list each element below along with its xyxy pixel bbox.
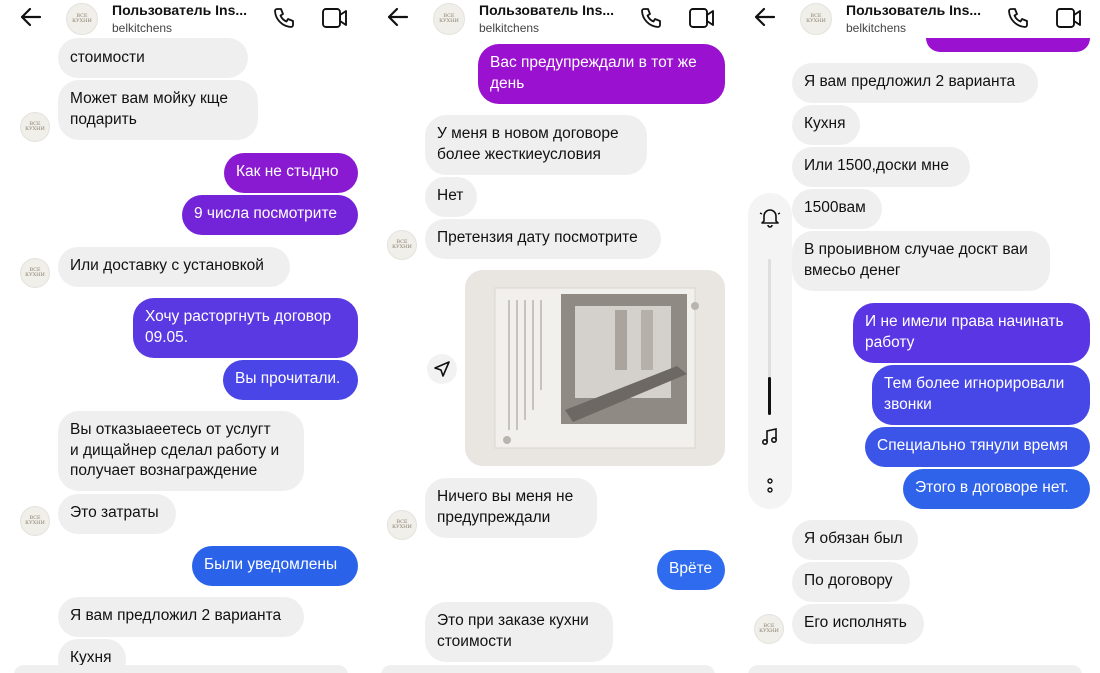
contact-username: belkitchens: [846, 21, 907, 35]
message-incoming[interactable]: Его исполнять: [792, 604, 924, 644]
message-incoming[interactable]: стоимости: [58, 38, 248, 78]
video-call-icon[interactable]: [689, 7, 715, 34]
share-icon[interactable]: [427, 354, 457, 384]
message-outgoing[interactable]: Вы прочитали.: [223, 360, 358, 400]
message-outgoing[interactable]: Врёте: [657, 550, 725, 590]
shared-post-image[interactable]: [465, 270, 725, 466]
logo: ВСЕ КУХНИ: [72, 13, 92, 24]
avatar: ВСЕ КУХНИ: [754, 614, 784, 644]
avatar[interactable]: ВСЕ КУХНИ: [66, 3, 98, 35]
logo: ВСЕ КУХНИ: [806, 13, 826, 24]
message-incoming[interactable]: У меня в новом договоре более жесткиеусл…: [425, 115, 647, 175]
message-outgoing[interactable]: Этого в договоре нет.: [903, 469, 1090, 509]
message-incoming[interactable]: Или 1500,доски мне: [792, 147, 970, 187]
music-icon[interactable]: [760, 427, 780, 452]
chat-panel-1: ВСЕ КУХНИ Пользователь Ins... belkitchens…: [0, 0, 362, 673]
avatar: ВСЕ КУХНИ: [387, 510, 417, 540]
logo: ВСЕ КУХНИ: [25, 267, 45, 278]
back-arrow-icon[interactable]: [752, 4, 778, 35]
message-incoming[interactable]: Нет: [425, 177, 477, 217]
message-incoming[interactable]: Может вам мойку кще подарить: [58, 80, 258, 140]
logo: ВСЕ КУХНИ: [439, 13, 459, 24]
message-outgoing[interactable]: Как не стыдно: [224, 153, 358, 193]
chat-panel-3: ВСЕ КУХНИ Пользователь Ins... belkitchens…: [734, 0, 1096, 673]
more-icon[interactable]: [765, 477, 775, 500]
volume-slider[interactable]: [768, 259, 771, 415]
message-incoming[interactable]: Кухня: [792, 105, 860, 145]
message-outgoing[interactable]: Специально тянули время: [865, 427, 1090, 467]
avatar: ВСЕ КУХНИ: [387, 230, 417, 260]
logo: ВСЕ КУХНИ: [392, 519, 412, 530]
chat-panel-2: ВСЕ КУХНИ Пользователь Ins... belkitchens…: [367, 0, 729, 673]
kitchen-photo-icon: [465, 270, 725, 466]
logo: ВСЕ КУХНИ: [392, 239, 412, 250]
contact-name[interactable]: Пользователь Ins...: [479, 2, 614, 18]
back-arrow-icon[interactable]: [385, 4, 411, 35]
bell-icon[interactable]: [758, 205, 782, 234]
composer-bar[interactable]: [14, 665, 348, 673]
message-outgoing[interactable]: 9 числа посмотрите: [182, 195, 358, 235]
message-incoming[interactable]: Я обязан был: [792, 520, 918, 560]
logo: ВСЕ КУХНИ: [25, 121, 45, 132]
message-incoming[interactable]: Ничего вы меня не предупреждали: [425, 478, 597, 538]
message-outgoing[interactable]: Вас предупреждали в тот же день: [478, 44, 725, 104]
logo: ВСЕ КУХНИ: [759, 623, 779, 634]
message-incoming[interactable]: Или доставку с установкой: [58, 247, 290, 287]
chat-header: ВСЕ КУХНИ Пользователь Ins... belkitchens: [0, 0, 362, 38]
avatar[interactable]: ВСЕ КУХНИ: [433, 3, 465, 35]
message-incoming[interactable]: Я вам предложил 2 варианта: [792, 63, 1038, 103]
volume-slider-fill: [768, 377, 771, 415]
message-outgoing[interactable]: И не имели права начинать работу: [853, 303, 1090, 363]
message-incoming[interactable]: В проыивном случае доскт ваи вмесьо дене…: [792, 231, 1050, 291]
logo: ВСЕ КУХНИ: [25, 515, 45, 526]
message-incoming[interactable]: Вы отказыаеетесь от услугт и дищайнер сд…: [58, 411, 304, 491]
side-toolbar: [748, 193, 792, 509]
message-outgoing[interactable]: Тем более игнорировали звонки: [872, 365, 1090, 425]
message-incoming[interactable]: По договору: [792, 562, 910, 602]
phone-icon[interactable]: [272, 6, 296, 35]
chat-header: ВСЕ КУХНИ Пользователь Ins... belkitchens: [367, 0, 729, 38]
message-incoming[interactable]: Это при заказе кухни стоимости: [425, 602, 613, 662]
phone-icon[interactable]: [639, 6, 663, 35]
message-outgoing[interactable]: Были уведомлены: [192, 546, 358, 586]
video-call-icon[interactable]: [322, 7, 348, 34]
contact-username: belkitchens: [112, 21, 173, 35]
avatar[interactable]: ВСЕ КУХНИ: [800, 3, 832, 35]
contact-name[interactable]: Пользователь Ins...: [846, 2, 981, 18]
composer-bar[interactable]: [748, 665, 1082, 673]
avatar: ВСЕ КУХНИ: [20, 506, 50, 536]
message-incoming[interactable]: Я вам предложил 2 варианта: [58, 597, 304, 637]
message-incoming[interactable]: 1500вам: [792, 189, 882, 229]
contact-name[interactable]: Пользователь Ins...: [112, 2, 247, 18]
composer-bar[interactable]: [381, 665, 715, 673]
chat-header: ВСЕ КУХНИ Пользователь Ins... belkitchens: [734, 0, 1096, 38]
message-outgoing-partial: [926, 36, 1090, 52]
message-outgoing[interactable]: Хочу расторгнуть договор 09.05.: [133, 298, 358, 358]
video-call-icon[interactable]: [1056, 7, 1082, 34]
avatar: ВСЕ КУХНИ: [20, 112, 50, 142]
avatar: ВСЕ КУХНИ: [20, 258, 50, 288]
back-arrow-icon[interactable]: [18, 4, 44, 35]
phone-icon[interactable]: [1006, 6, 1030, 35]
contact-username: belkitchens: [479, 21, 540, 35]
message-incoming[interactable]: Это затраты: [58, 494, 176, 534]
message-incoming[interactable]: Претензия дату посмотрите: [425, 219, 661, 259]
